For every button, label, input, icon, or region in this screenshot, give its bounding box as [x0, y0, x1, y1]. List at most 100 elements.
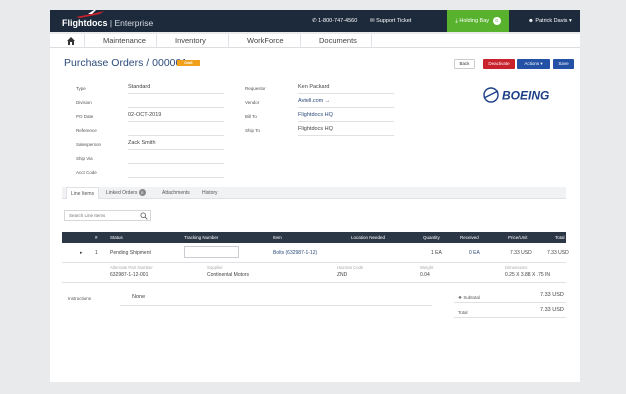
vendor-logo: BOEING	[483, 87, 549, 103]
col-status[interactable]: Status	[110, 232, 123, 243]
row-item-link[interactable]: Bolts (632987-1-12)	[273, 250, 317, 256]
nav-maintenance[interactable]: Maintenance	[84, 34, 156, 48]
bill-to-link[interactable]: Flightdocs HQ	[298, 112, 333, 118]
tab-line-items[interactable]: Line Items	[66, 187, 100, 199]
col-total[interactable]: Total	[555, 232, 565, 243]
linked-orders-count: 0	[138, 189, 146, 197]
alt-part-value: 632987-1-12-001	[110, 272, 149, 278]
save-button[interactable]: Save	[553, 59, 574, 69]
deactivate-button[interactable]: Deactivate	[483, 59, 515, 69]
row-total: 7.33 USD	[547, 250, 569, 256]
hazmat-value: ZND	[337, 272, 348, 278]
user-icon: ☻	[528, 18, 534, 24]
table-row[interactable]: ▸ 1 Pending Shipment Bolts (632987-1-12)…	[62, 243, 569, 263]
col-quantity[interactable]: Quantity	[423, 232, 440, 243]
user-name: Patrick Davis	[535, 18, 568, 24]
phone-number: 1-800-747-4560	[318, 18, 358, 24]
status-badge: Draft	[177, 60, 200, 66]
reference-label: Reference	[76, 128, 97, 133]
po-date-label: PO Date	[76, 114, 94, 119]
logo-suffix: Enterprise	[114, 18, 154, 28]
weight-label: Weight	[420, 265, 434, 270]
po-date-value[interactable]: 02-OCT-2019	[128, 112, 161, 118]
total-value: 7.33 USD	[540, 307, 564, 313]
vendor-logo-text: BOEING	[502, 89, 549, 103]
tab-history[interactable]: History	[202, 187, 218, 199]
back-button[interactable]: Back	[454, 59, 475, 69]
weight-value: 0.04	[420, 272, 430, 278]
col-num: #	[95, 235, 98, 240]
ship-via-label: Ship Via	[76, 156, 93, 161]
tab-linked-orders-label: Linked Orders	[106, 190, 138, 196]
tab-bar: Line Items Linked Orders 0 Attachments H…	[62, 187, 566, 199]
nav-documents[interactable]: Documents	[300, 34, 372, 48]
tracking-number-input[interactable]	[184, 246, 239, 258]
hazmat-label: Hazmat Code	[337, 265, 364, 270]
tab-linked-orders[interactable]: Linked Orders 0	[106, 187, 146, 199]
search-box	[64, 210, 151, 221]
purchase-order-card: Purchase Orders / 000001 Draft Back Deac…	[50, 48, 580, 382]
support-label: Support Ticket	[376, 18, 412, 24]
row-quantity: 1 EA	[431, 250, 442, 256]
line-items-header: # Status Tracking Number Item Location N…	[62, 232, 566, 243]
supplier-label: Supplier	[207, 265, 223, 270]
nav-inventory[interactable]: Inventory	[156, 34, 228, 48]
vendor-label: Vendor	[245, 100, 260, 105]
col-price[interactable]: Price/Unit	[508, 232, 528, 243]
title-text: Purchase Orders	[64, 57, 144, 69]
download-icon: ⤓	[455, 18, 458, 24]
phone-link[interactable]: ✆ 1-800-747-4560	[312, 10, 357, 32]
nav-workforce[interactable]: WorkForce	[228, 34, 300, 48]
type-label: Type	[76, 86, 86, 91]
subtotal-value: 7.33 USD	[540, 292, 564, 298]
holding-bay-label: Holding Bay	[459, 18, 490, 24]
title-separator: /	[146, 57, 150, 69]
row-status: Pending Shipment	[110, 250, 151, 256]
row-price: 7.33 USD	[510, 250, 532, 256]
col-tracking[interactable]: Tracking Number	[184, 232, 218, 243]
row-num: 1	[95, 250, 98, 256]
top-bar: Flightdocs | Enterprise ✆ 1-800-747-4560…	[50, 10, 580, 32]
supplier-value: Continental Motors	[207, 272, 249, 278]
col-item[interactable]: Item	[273, 232, 282, 243]
holding-bay-count: 0	[492, 16, 501, 25]
tab-attachments[interactable]: Attachments	[162, 187, 190, 199]
home-icon[interactable]	[66, 36, 76, 46]
line-item-details: Alternate Part Number 632987-1-12-001 Su…	[62, 263, 566, 283]
support-ticket-link[interactable]: ✉ Support Ticket	[370, 10, 411, 32]
col-location[interactable]: Location Needed	[351, 232, 385, 243]
vendor-link[interactable]: Avtell.com →	[298, 98, 330, 104]
type-value[interactable]: Standard	[128, 84, 150, 90]
caret-down-icon: ▾	[568, 18, 572, 24]
row-received[interactable]: 0 EA	[469, 250, 480, 256]
salesperson-value[interactable]: Zack Smith	[128, 140, 156, 146]
app-logo[interactable]: Flightdocs | Enterprise	[62, 10, 154, 28]
acct-code-label: Acct Code	[76, 170, 97, 175]
subtotal-label-text: Subtotal	[463, 295, 480, 300]
salesperson-label: Salesperson	[76, 142, 102, 147]
subtotal-label: ❖ Subtotal	[458, 295, 480, 301]
col-received[interactable]: Received	[460, 232, 479, 243]
search-icon[interactable]	[140, 212, 148, 220]
dimensions-value: 0.25 X 3.88 X .75 IN	[505, 272, 551, 278]
bill-to-label: Bill To	[245, 114, 257, 119]
actions-button[interactable]: Actions ▾	[517, 59, 550, 69]
alt-part-label: Alternate Part Number	[110, 265, 153, 270]
page-title: Purchase Orders / 000001	[64, 57, 187, 69]
division-label: Division	[76, 100, 92, 105]
requestor-value[interactable]: Ken Packard	[298, 84, 330, 90]
plane-icon	[76, 10, 104, 18]
envelope-icon: ✉	[370, 18, 375, 24]
expand-row-icon[interactable]: ▸	[80, 250, 83, 256]
main-nav: Maintenance Inventory WorkForce Document…	[50, 34, 580, 48]
info-icon: ❖	[458, 295, 463, 300]
phone-icon: ✆	[312, 18, 317, 24]
user-menu[interactable]: ☻ Patrick Davis ▾	[528, 10, 572, 32]
instructions-label: Instructions	[68, 296, 92, 301]
search-input[interactable]	[65, 211, 135, 220]
holding-bay-button[interactable]: ⤓ Holding Bay 0	[447, 10, 509, 32]
ship-to-value[interactable]: Flightdocs HQ	[298, 126, 333, 132]
total-label: Total	[458, 310, 468, 315]
requestor-label: Requestor	[245, 86, 266, 91]
instructions-value[interactable]: None	[132, 294, 145, 300]
